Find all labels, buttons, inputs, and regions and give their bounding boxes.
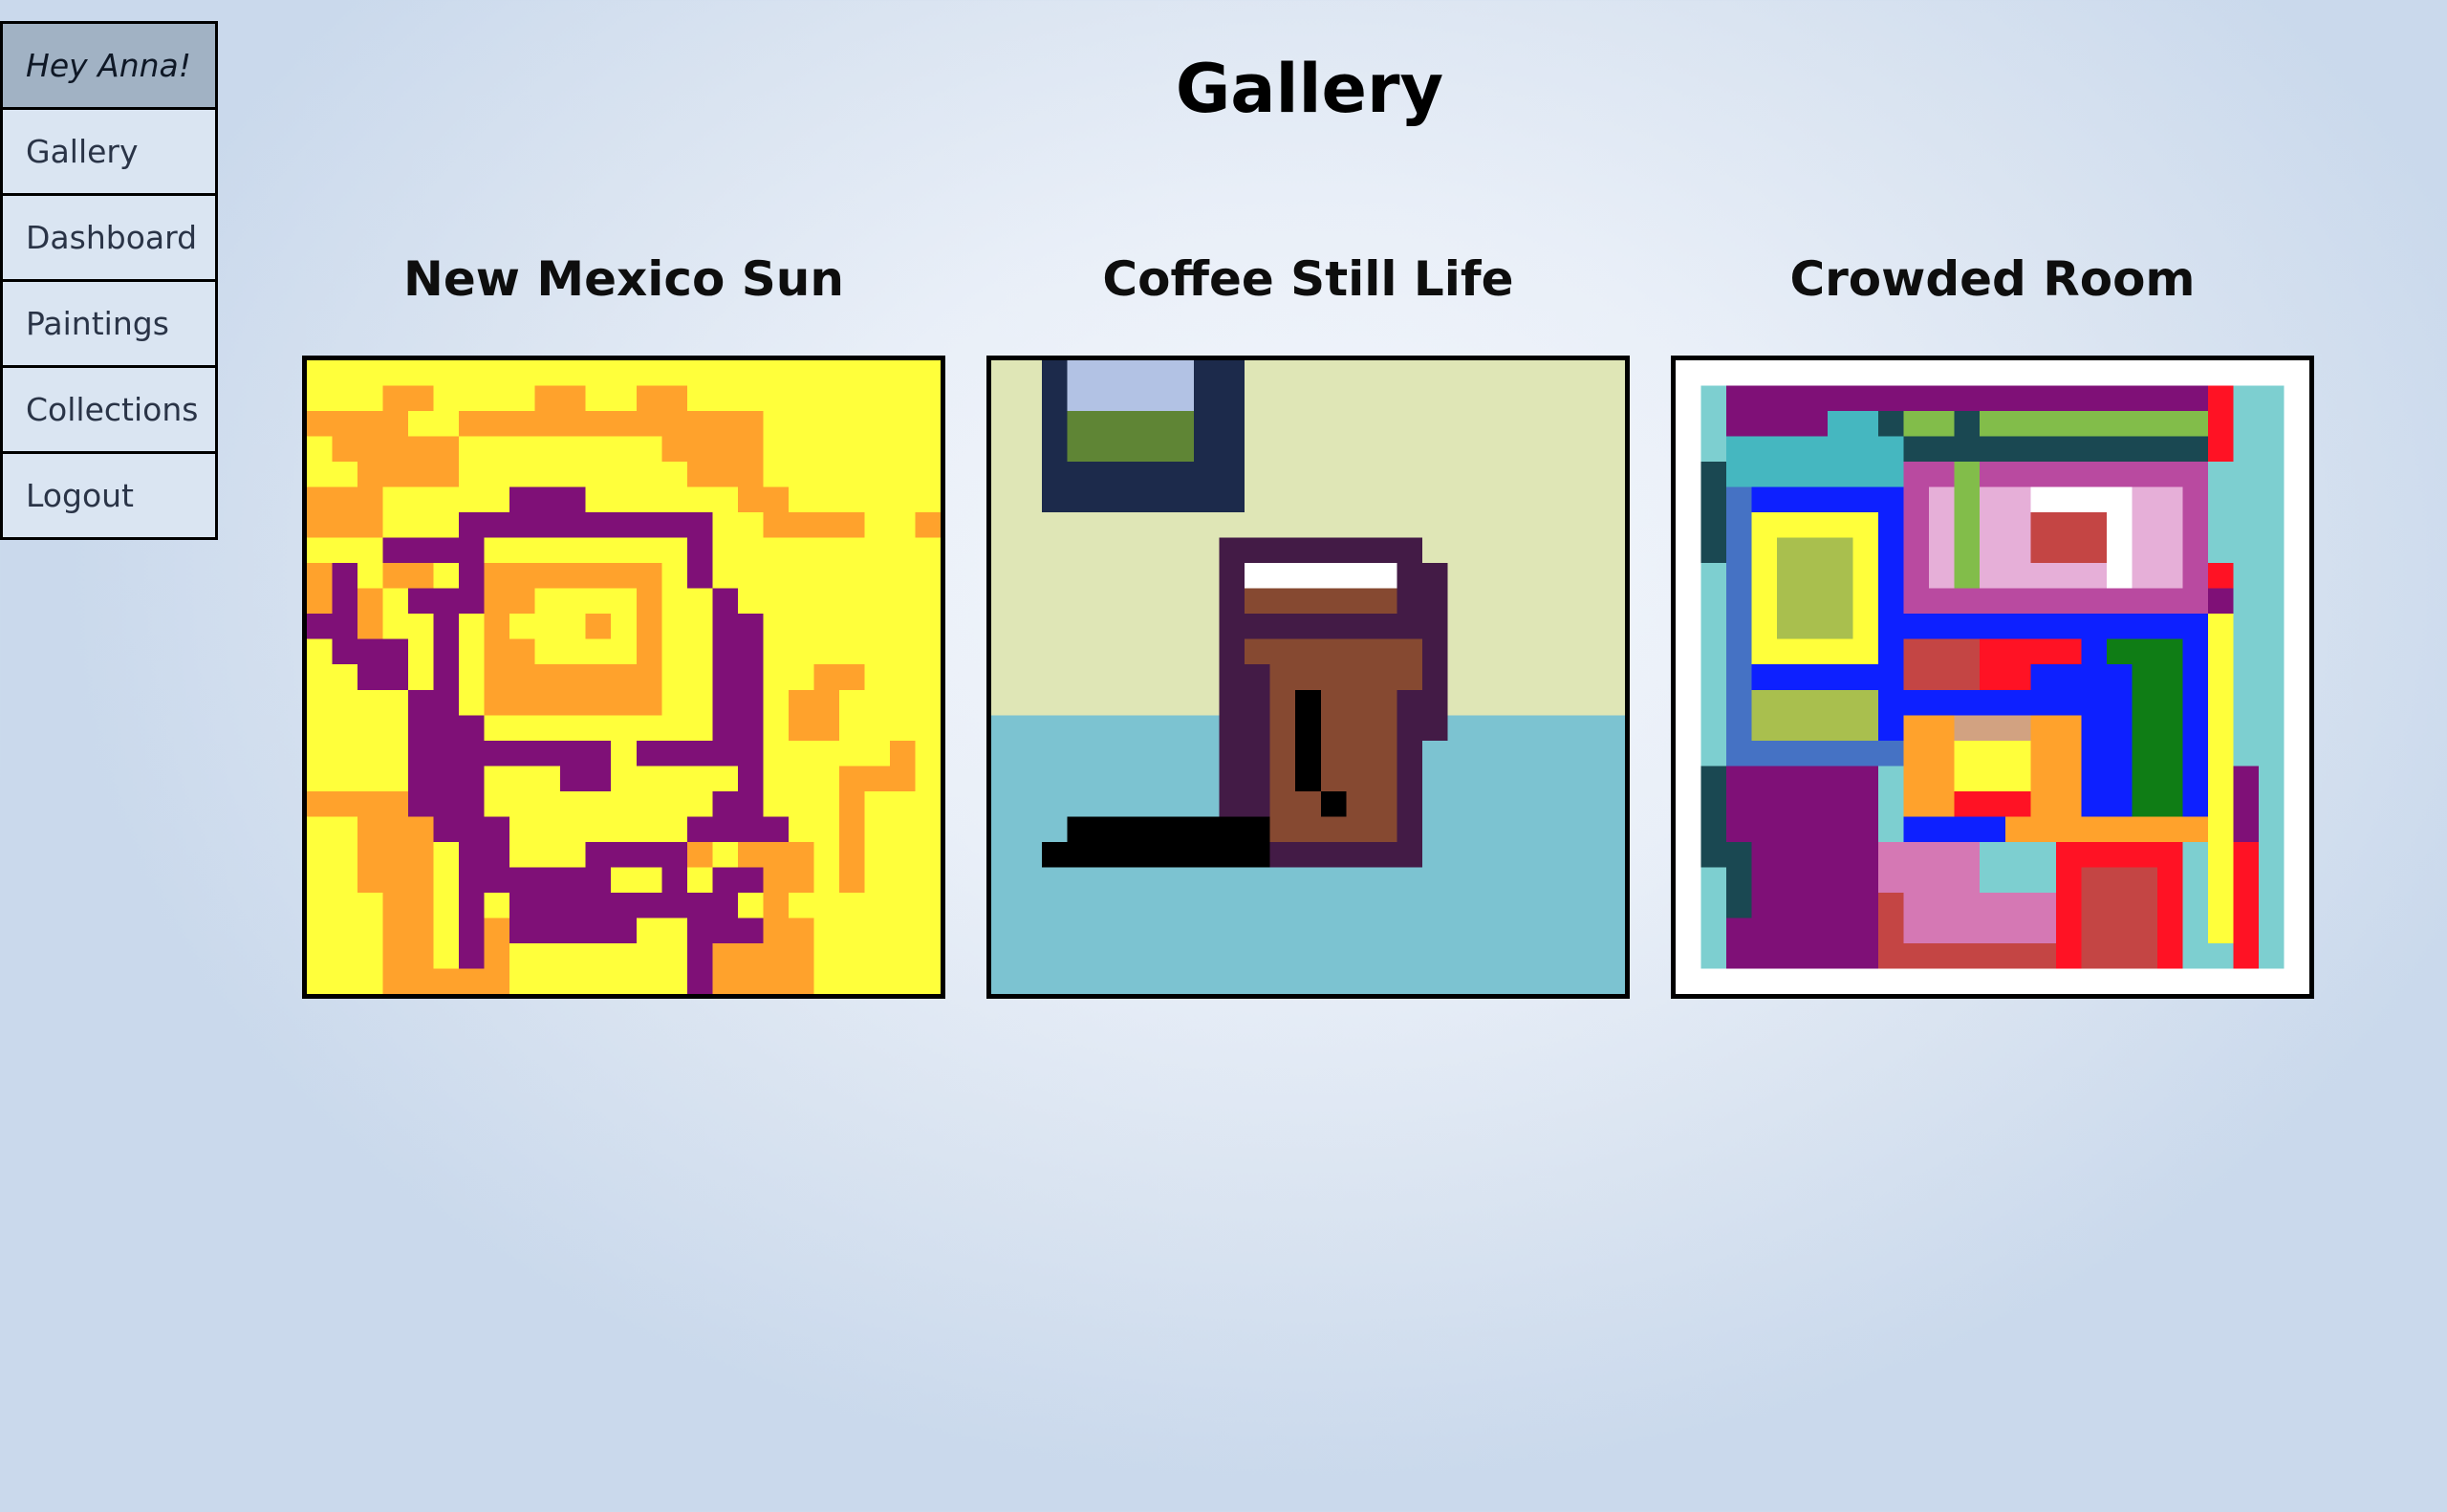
painting-card: Crowded Room	[1671, 247, 2314, 999]
nav-item-paintings[interactable]: Paintings	[3, 282, 215, 368]
painting-thumbnail-new-mexico-sun[interactable]	[302, 356, 945, 999]
pixel-art-sun	[307, 360, 941, 994]
painting-title: Crowded Room	[1789, 251, 2196, 307]
painting-thumbnail-coffee-still-life[interactable]	[986, 356, 1630, 999]
painting-title: Coffee Still Life	[1102, 251, 1514, 307]
nav-item-logout[interactable]: Logout	[3, 454, 215, 537]
painting-card: New Mexico Sun	[302, 247, 945, 999]
pixel-art-coffee	[991, 360, 1625, 994]
nav-item-dashboard[interactable]: Dashboard	[3, 196, 215, 282]
painting-thumbnail-crowded-room[interactable]	[1671, 356, 2314, 999]
pixel-art-room	[1676, 360, 2309, 994]
nav-item-collections[interactable]: Collections	[3, 368, 215, 454]
painting-card: Coffee Still Life	[986, 247, 1630, 999]
page-title: Gallery	[1175, 50, 1444, 128]
painting-title: New Mexico Sun	[402, 251, 844, 307]
